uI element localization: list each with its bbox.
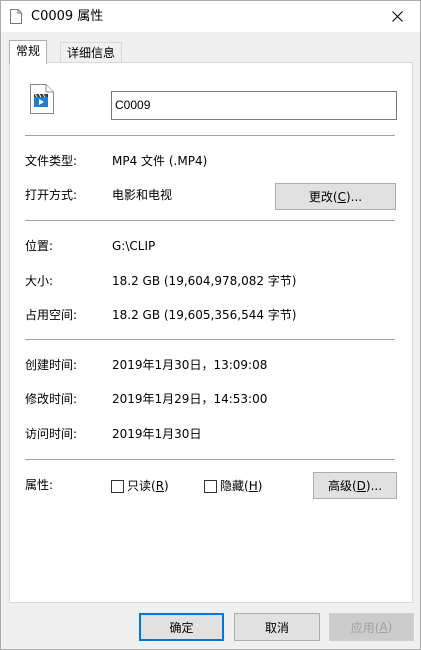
- tab-general-label: 常规: [16, 44, 41, 58]
- size-on-disk-label: 占用空间:: [25, 308, 78, 322]
- tab-general[interactable]: 常规: [9, 40, 48, 64]
- change-button-suffix: )...: [345, 189, 363, 204]
- separator: [25, 339, 395, 340]
- created-label: 创建时间:: [25, 358, 78, 372]
- modified-label: 修改时间:: [25, 392, 78, 406]
- cancel-button-label: 取消: [264, 620, 289, 635]
- open-with-label: 打开方式:: [25, 188, 78, 202]
- attributes-label: 属性:: [25, 478, 54, 492]
- change-button-prefix: 更改(: [308, 190, 338, 204]
- location-value: G:\CLIP: [112, 239, 156, 253]
- advanced-button-key: D: [356, 478, 366, 493]
- accessed-label: 访问时间:: [25, 427, 78, 441]
- apply-button-key: A: [379, 620, 388, 634]
- separator: [25, 220, 395, 221]
- file-type-value: MP4 文件 (.MP4): [112, 154, 208, 168]
- ok-button[interactable]: 确定: [139, 613, 224, 641]
- separator: [25, 459, 395, 460]
- size-on-disk-value: 18.2 GB (19,605,356,544 字节): [112, 308, 297, 322]
- modified-value: 2019年1月29日，14:53:00: [112, 392, 268, 406]
- hidden-label-key: H: [248, 479, 258, 493]
- advanced-button-prefix: 高级(: [327, 479, 357, 493]
- close-icon: [391, 11, 403, 22]
- advanced-button-suffix: )...: [365, 478, 383, 493]
- readonly-label[interactable]: 只读(R): [127, 478, 169, 494]
- apply-button-suffix: ): [387, 620, 393, 634]
- separator: [25, 135, 395, 136]
- hidden-checkbox[interactable]: [204, 480, 217, 493]
- open-with-value: 电影和电视: [112, 188, 173, 202]
- apply-button-prefix: 应用(: [350, 620, 380, 635]
- readonly-label-key: R: [155, 479, 165, 493]
- close-button[interactable]: [374, 1, 420, 32]
- location-label: 位置:: [25, 239, 54, 253]
- advanced-button[interactable]: 高级(D)...: [313, 472, 397, 499]
- readonly-label-suffix: ): [164, 479, 169, 493]
- hidden-label-prefix: 隐藏(: [220, 479, 249, 493]
- window-title: C0009 属性: [31, 9, 104, 24]
- general-panel: C0009 文件类型: MP4 文件 (.MP4) 打开方式: 电影和电视 更改…: [9, 62, 413, 603]
- readonly-checkbox[interactable]: [111, 480, 124, 493]
- accessed-value: 2019年1月30日: [112, 427, 202, 441]
- change-button-key: C: [337, 189, 346, 204]
- created-value: 2019年1月30日，13:09:08: [112, 358, 268, 372]
- ok-button-label: 确定: [169, 620, 194, 635]
- file-type-label: 文件类型:: [25, 154, 78, 168]
- file-name-input[interactable]: C0009: [111, 91, 397, 120]
- file-icon: [10, 9, 22, 24]
- hidden-label[interactable]: 隐藏(H): [220, 478, 262, 494]
- video-file-icon: [30, 84, 54, 114]
- cancel-button[interactable]: 取消: [234, 613, 320, 641]
- change-button[interactable]: 更改(C)...: [275, 183, 396, 210]
- tab-details-label: 详细信息: [67, 46, 116, 60]
- properties-window: C0009 属性 常规 详细信息 C0009 文件类型: MP4 文件 (.MP…: [0, 0, 421, 650]
- apply-button[interactable]: 应用(A): [329, 613, 414, 641]
- size-value: 18.2 GB (19,604,978,082 字节): [112, 274, 297, 288]
- hidden-label-suffix: ): [257, 479, 263, 493]
- size-label: 大小:: [25, 274, 54, 288]
- readonly-label-prefix: 只读(: [127, 479, 156, 493]
- title-bar: C0009 属性: [1, 1, 420, 32]
- tab-details[interactable]: 详细信息: [60, 42, 123, 64]
